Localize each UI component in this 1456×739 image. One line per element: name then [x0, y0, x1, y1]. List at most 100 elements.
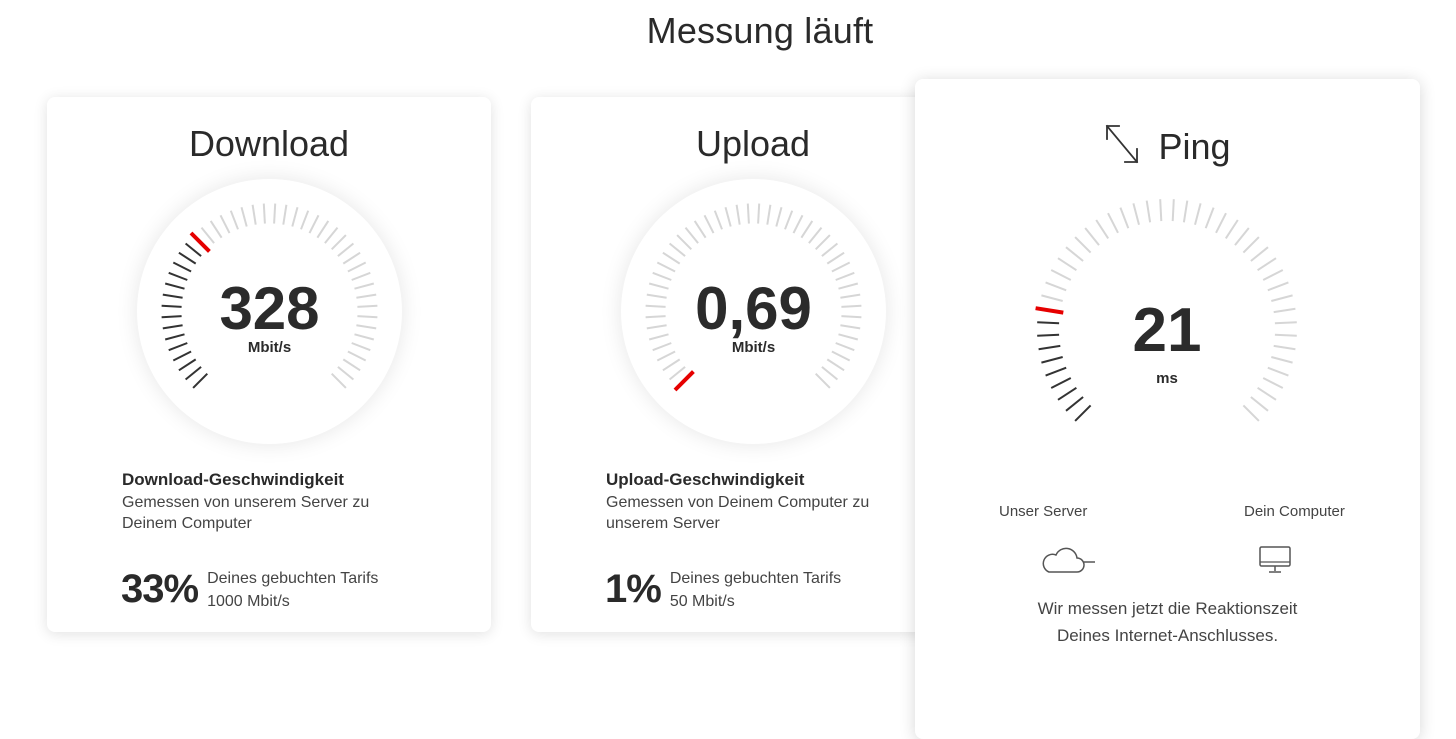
ping-gauge-tick: [1234, 227, 1250, 246]
upload-gauge-tick: [668, 366, 686, 381]
upload-gauge-tick: [735, 204, 741, 225]
ping-gauge-tick: [1182, 200, 1189, 223]
ping-gauge-tick: [1159, 199, 1163, 222]
page-title: Messung läuft: [646, 10, 874, 51]
ping-gauge-tick: [1119, 207, 1130, 229]
upload-description-line1: Gemessen von Deinem Computer zu: [606, 494, 870, 511]
ping-gauge-tick: [1242, 236, 1260, 254]
upload-gauge-marker: [673, 370, 695, 392]
download-gauge-tick: [184, 366, 202, 381]
upload-gauge-tick: [656, 261, 676, 273]
ping-gauge: 21 ms: [1017, 197, 1317, 487]
upload-title: Upload: [695, 123, 811, 164]
download-gauge-tick: [282, 204, 288, 225]
download-gauge-tick: [300, 210, 310, 230]
download-percent-label: Deines gebuchten Tarifs: [207, 570, 379, 587]
upload-gauge-tick: [693, 220, 707, 239]
ping-gauge-tick: [1262, 269, 1284, 281]
download-unit: Mbit/s: [247, 339, 292, 356]
upload-gauge-tick: [821, 242, 839, 257]
download-gauge-tick: [273, 203, 277, 224]
download-gauge-tick: [200, 226, 215, 244]
download-gauge-tick: [347, 261, 367, 273]
upload-gauge-tick: [814, 234, 831, 251]
download-gauge-tick: [330, 372, 347, 389]
ping-value: 21: [1132, 296, 1202, 365]
upload-card: Upload 0,69 Mbit/s Upload-Geschwindigkei…: [531, 97, 975, 632]
upload-gauge-tick: [792, 214, 804, 234]
upload-percent-row: 1% Deines gebuchten Tarifs 50 Mbit/s: [605, 567, 841, 613]
ping-gauge-tick: [1257, 386, 1277, 401]
download-heading: Download-Geschwindigkeit: [122, 470, 344, 489]
upload-gauge-tick: [724, 206, 732, 227]
upload-value: 0,69: [695, 275, 812, 342]
upload-percent: 1%: [605, 567, 662, 611]
download-info: Download-Geschwindigkeit Gemessen von un…: [122, 470, 422, 534]
expand-arrows-icon: [1104, 123, 1140, 170]
upload-description-line2: unserem Server: [606, 515, 720, 532]
ping-title: Ping: [1158, 125, 1231, 167]
ping-gauge-tick: [1084, 227, 1100, 246]
ping-gauge-tick: [1045, 281, 1067, 292]
ping-message: Wir messen jetzt die Reaktionszeit Deine…: [915, 595, 1420, 649]
download-gauge-tick: [229, 210, 239, 230]
ping-gauge-tick: [1204, 207, 1215, 229]
upload-gauge-tick: [831, 261, 851, 273]
ping-gauge-tick: [1050, 269, 1072, 281]
ping-gauge-tick: [1074, 404, 1092, 422]
download-gauge-tick: [342, 358, 361, 372]
download-percent-row: 33% Deines gebuchten Tarifs 1000 Mbit/s: [121, 567, 378, 613]
upload-gauge-tick: [684, 226, 699, 244]
ping-gauge-tick: [1074, 236, 1092, 254]
download-gauge-tick: [337, 366, 355, 381]
ping-gauge-tick: [1242, 404, 1260, 422]
ping-header: Ping: [915, 123, 1420, 170]
upload-gauge: 0,69 Mbit/s: [621, 179, 886, 444]
server-label: Unser Server: [999, 503, 1088, 520]
monitor-icon: [1258, 545, 1292, 580]
ping-unit: ms: [1156, 370, 1178, 387]
upload-unit: Mbit/s: [731, 339, 776, 356]
download-gauge-tick: [209, 220, 223, 239]
download-gauge-tick: [291, 206, 299, 227]
download-title: Download: [188, 123, 350, 164]
upload-gauge-tick: [826, 358, 845, 372]
upload-gauge-tick: [757, 203, 761, 224]
download-gauge-tick: [316, 220, 330, 239]
upload-gauge-tick: [713, 210, 723, 230]
download-description-line1: Gemessen von unserem Server zu: [122, 494, 370, 511]
download-card: Download 328 Mbit/s Download-Geschwindig…: [47, 97, 491, 632]
upload-gauge-tick: [784, 210, 794, 230]
download-value: 328: [219, 275, 320, 342]
ping-message-line1: Wir messen jetzt die Reaktionszeit: [1037, 599, 1298, 618]
download-gauge-tick: [308, 214, 320, 234]
download-gauge-tick: [240, 206, 248, 227]
download-gauge-tick: [324, 226, 339, 244]
upload-gauge-tick: [662, 358, 681, 372]
ping-gauge-tick: [1194, 203, 1202, 225]
download-gauge-tick: [192, 372, 209, 389]
upload-gauge-tick: [775, 206, 783, 227]
ping-message-line2: Deines Internet-Anschlusses.: [1056, 626, 1279, 645]
ping-gauge-tick: [1224, 219, 1239, 239]
upload-gauge-tick: [808, 226, 823, 244]
upload-heading: Upload-Geschwindigkeit: [606, 470, 805, 489]
upload-gauge-tick: [814, 372, 831, 389]
download-gauge: 328 Mbit/s: [137, 179, 402, 444]
upload-info: Upload-Geschwindigkeit Gemessen von Dein…: [606, 470, 906, 534]
upload-gauge-tick: [662, 251, 681, 265]
ping-gauge-tick: [1057, 257, 1077, 272]
ping-gauge-tick: [1057, 386, 1077, 401]
download-gauge-tick: [219, 214, 231, 234]
download-percent: 33%: [121, 567, 199, 611]
upload-gauge-tick: [703, 214, 715, 234]
ping-gauge-tick: [1257, 257, 1277, 272]
download-gauge-tick: [172, 261, 192, 273]
ping-gauge-tick: [1215, 212, 1227, 234]
ping-gauge-tick: [1171, 199, 1175, 222]
download-gauge-tick: [251, 204, 257, 225]
upload-gauge-tick: [746, 203, 750, 224]
upload-gauge-tick: [766, 204, 772, 225]
ping-gauge-tick: [1145, 200, 1152, 223]
ping-gauge-tick: [1065, 396, 1084, 412]
